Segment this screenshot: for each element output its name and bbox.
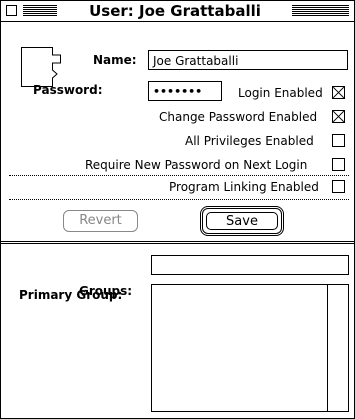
title-bar-stripes-left xyxy=(23,5,57,16)
groups-label: Groups: xyxy=(79,284,133,298)
all-privileges-label: All Privileges Enabled xyxy=(185,134,314,148)
window-title: User: Joe Grattaballi xyxy=(58,1,292,21)
title-bar[interactable]: User: Joe Grattaballi xyxy=(1,1,354,22)
password-field[interactable]: ••••••• xyxy=(148,81,222,101)
divider-dotted-bottom xyxy=(9,199,349,200)
name-field[interactable]: Joe Grattaballi xyxy=(148,50,348,70)
login-enabled-checkbox[interactable] xyxy=(332,86,345,99)
divider-dotted-top xyxy=(9,175,349,176)
groups-list[interactable] xyxy=(151,284,349,412)
revert-button[interactable]: Revert xyxy=(63,210,138,232)
all-privileges-checkbox[interactable] xyxy=(332,134,345,147)
save-button[interactable]: Save xyxy=(200,206,284,236)
title-bar-stripes-right xyxy=(292,5,349,16)
program-linking-checkbox[interactable] xyxy=(332,180,345,193)
require-new-password-checkbox[interactable] xyxy=(332,158,345,171)
user-window: User: Joe Grattaballi Name: Joe Grattaba… xyxy=(0,0,355,419)
save-button-label: Save xyxy=(206,212,278,230)
login-enabled-label: Login Enabled xyxy=(238,86,323,100)
change-password-checkbox[interactable] xyxy=(332,110,345,123)
require-new-password-label: Require New Password on Next Login xyxy=(85,158,308,172)
groups-list-scrollbar[interactable] xyxy=(327,285,348,411)
program-linking-label: Program Linking Enabled xyxy=(169,180,319,194)
change-password-label: Change Password Enabled xyxy=(159,110,318,124)
primary-group-field[interactable] xyxy=(151,255,349,275)
close-box-icon[interactable] xyxy=(6,5,17,16)
password-label: Password: xyxy=(33,83,103,97)
name-label: Name: xyxy=(93,53,137,67)
section-separator xyxy=(1,241,354,244)
